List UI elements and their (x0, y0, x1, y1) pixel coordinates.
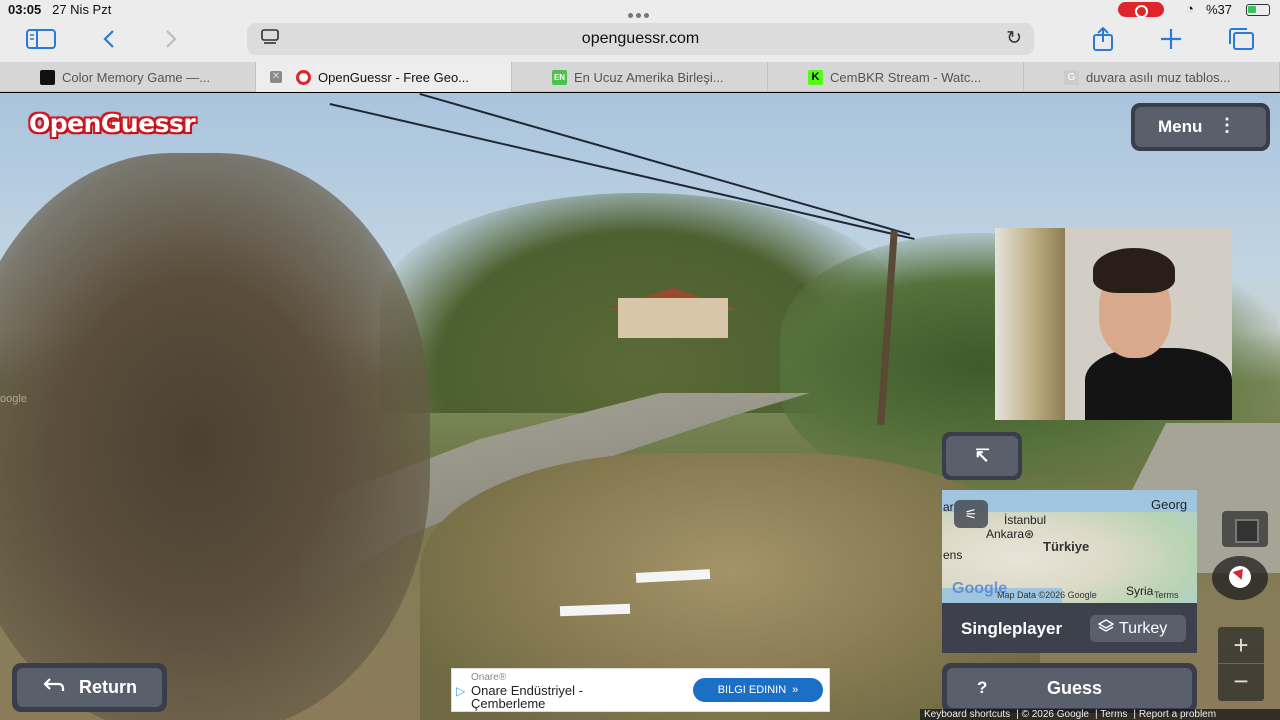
map-terms-link[interactable]: Terms (1154, 590, 1179, 600)
tab-favicon: EN (552, 70, 567, 85)
back-icon[interactable] (94, 26, 124, 52)
screen-record-icon[interactable] (1118, 2, 1164, 18)
tab-overview-icon[interactable] (1226, 26, 1256, 52)
tab-bar: Color Memory Game —... ✕ OpenGuessr - Fr… (0, 62, 1280, 92)
double-chevron-icon: » (792, 684, 799, 696)
new-tab-icon[interactable] (1156, 26, 1186, 52)
url-text[interactable]: openguessr.com (247, 30, 1034, 48)
map-label-ankara: Ankara⊛ (986, 527, 1035, 541)
status-bar: 03:05 27 Nis Pzt ◔ %37 (0, 0, 1280, 20)
curtain (995, 228, 1065, 420)
tab-openguessr[interactable]: ✕ OpenGuessr - Free Geo... (256, 62, 512, 92)
person-shirt (1085, 348, 1232, 420)
sidebar-toggle-icon[interactable] (26, 26, 56, 52)
terms-link[interactable]: Terms (1100, 709, 1127, 720)
multitasking-dots-icon[interactable] (628, 6, 654, 18)
keyboard-shortcuts-link[interactable]: Keyboard shortcuts (924, 709, 1010, 720)
status-time: 03:05 27 Nis Pzt (8, 2, 112, 17)
webcam-overlay (995, 228, 1232, 420)
expand-arrow-icon: ↸ (946, 436, 1018, 476)
game-mode-bar: Singleplayer Turkey (942, 603, 1197, 653)
zoom-out-icon[interactable]: − (1218, 664, 1264, 701)
ad-choices-icon[interactable]: ▷ (456, 684, 465, 698)
map-label-istanbul: İstanbul (1004, 513, 1047, 527)
google-watermark: oogle (0, 393, 27, 405)
reload-icon[interactable]: ↻ (1006, 27, 1022, 50)
tab-favicon (40, 70, 55, 85)
tab-favicon: G (1064, 70, 1079, 85)
help-icon[interactable]: ? (977, 678, 987, 698)
expand-map-button[interactable]: ↸ (942, 432, 1022, 480)
battery-icon (1246, 4, 1270, 16)
person-hair (1093, 248, 1175, 293)
mode-label: Singleplayer (961, 619, 1063, 638)
layers-icon (1097, 619, 1115, 638)
map-label-syria: Syria (1126, 584, 1154, 598)
ad-banner[interactable]: Onare® ▷ Onare Endüstriyel - Çemberleme … (451, 668, 830, 712)
kebab-icon: ⋮ (1218, 115, 1236, 135)
guess-button[interactable]: ? Guess (942, 663, 1197, 713)
ad-title[interactable]: Onare Endüstriyel - Çemberleme (471, 684, 631, 710)
google-footer: Keyboard shortcuts | © 2026 Google | Terms… (920, 709, 1280, 720)
return-arrow-icon (43, 677, 65, 698)
return-button[interactable]: Return (12, 663, 167, 712)
tab-en-ucuz[interactable]: EN En Ucuz Amerika Birleşi... (512, 62, 768, 92)
guess-minimap[interactable]: ⚟ ar İstanbul Ankara⊛ Türkiye Georg ens … (942, 490, 1197, 603)
menu-button[interactable]: Menu ⋮ (1131, 103, 1270, 151)
guess-label: Guess (1047, 678, 1103, 698)
map-label: ar (943, 500, 954, 514)
zoom-control: + − (1218, 627, 1264, 701)
blurred-foreground (0, 153, 430, 720)
fullscreen-toggle-icon[interactable] (1222, 511, 1268, 547)
country-label: Turkey (1119, 619, 1168, 637)
close-tab-icon[interactable]: ✕ (270, 71, 282, 83)
wifi-icon: ◔ (1186, 1, 1194, 16)
return-label: Return (79, 677, 137, 697)
tab-color-memory[interactable]: Color Memory Game —... (0, 62, 256, 92)
copyright-text: © 2026 Google (1021, 709, 1089, 720)
forward-icon[interactable] (156, 26, 186, 52)
tab-cembkr-stream[interactable]: K CemBKR Stream - Watc... (768, 62, 1024, 92)
share-icon[interactable] (1088, 26, 1118, 52)
map-label-turkiye: Türkiye (1043, 539, 1090, 554)
tab-favicon: K (808, 70, 823, 85)
tab-duvara-asili[interactable]: G duvara asılı muz tablos... (1024, 62, 1280, 92)
ad-cta-label: BILGI EDININ (717, 684, 787, 696)
map-attribution: Map Data ©2026 Google (997, 590, 1097, 600)
ad-brand: Onare® (471, 672, 507, 683)
map-filter-icon[interactable]: ⚟ (954, 500, 988, 528)
openguessr-logo[interactable]: OpenGuessr (29, 109, 196, 138)
report-problem-link[interactable]: Report a problem (1139, 709, 1216, 720)
browser-toolbar: openguessr.com ↻ (0, 20, 1280, 62)
battery-percent: %37 (1206, 2, 1233, 17)
compass-icon[interactable] (1212, 556, 1268, 600)
country-selector[interactable]: Turkey (1090, 615, 1186, 642)
tab-favicon (296, 70, 311, 85)
address-bar[interactable]: openguessr.com ↻ (247, 23, 1034, 55)
map-label: ens (943, 548, 963, 562)
house (618, 298, 728, 338)
zoom-in-icon[interactable]: + (1218, 627, 1264, 664)
menu-label: Menu (1158, 117, 1203, 136)
map-label-georgia: Georg (1151, 497, 1188, 512)
ad-cta-button[interactable]: BILGI EDININ » (693, 678, 823, 702)
